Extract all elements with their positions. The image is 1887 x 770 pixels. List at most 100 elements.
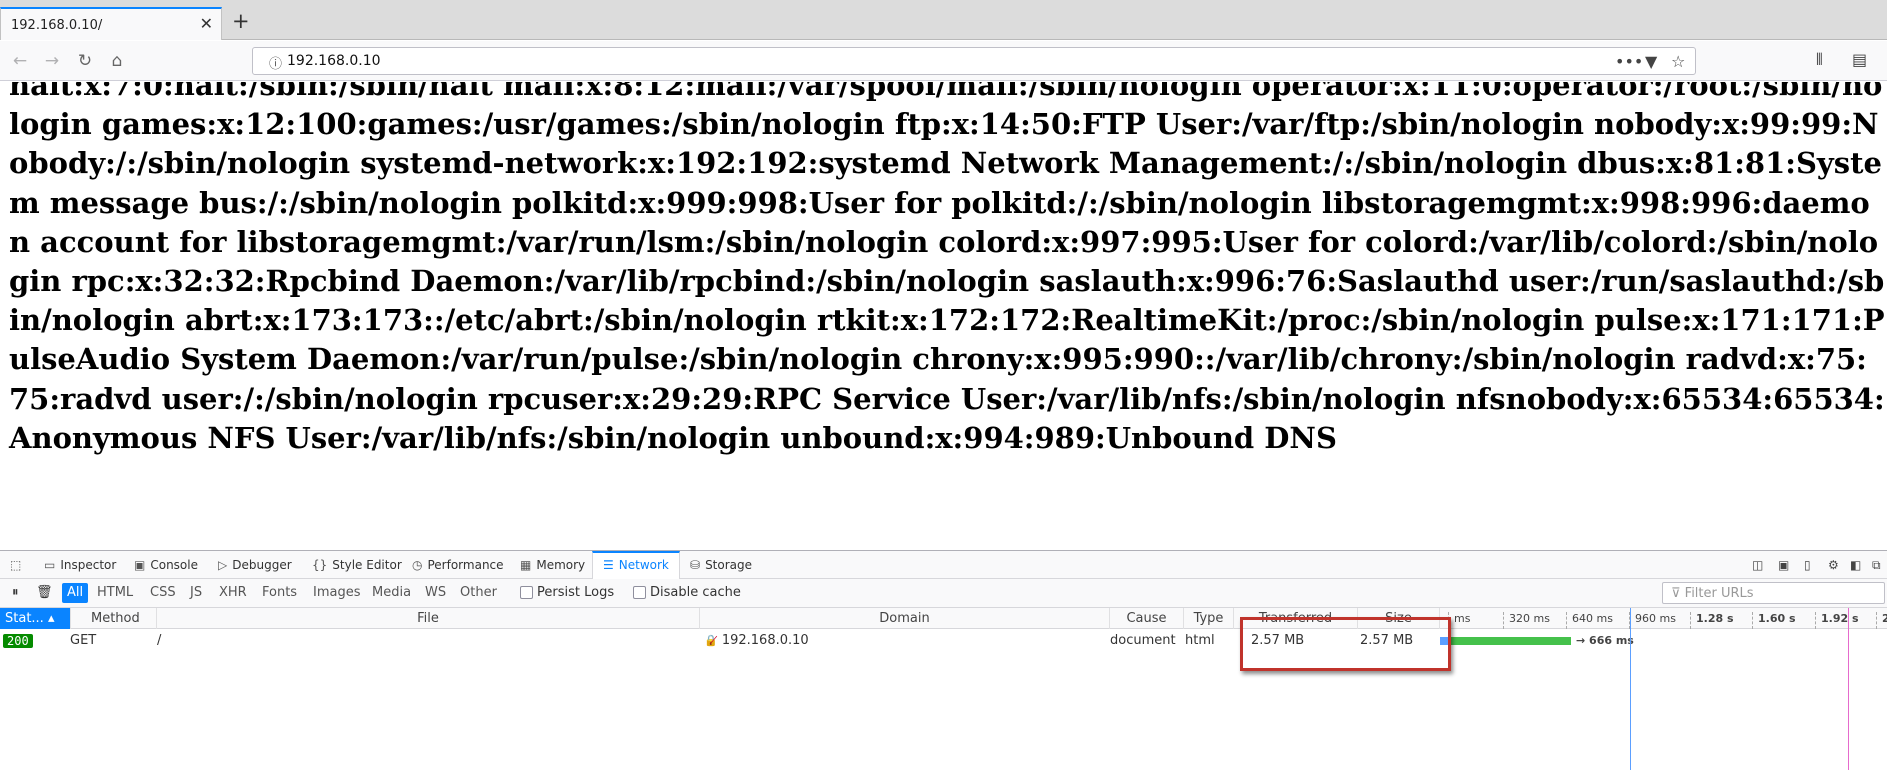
request-file: /	[157, 633, 162, 648]
style-editor-icon: {}	[312, 558, 328, 572]
library-icon[interactable]: ⫴	[1816, 50, 1823, 70]
tab-style-editor-label: Style Editor	[332, 558, 402, 572]
back-icon[interactable]: ←	[6, 47, 34, 75]
tab-debugger-label: Debugger	[232, 558, 292, 572]
timeline-tick: 960 ms	[1629, 612, 1676, 629]
filter-xhr[interactable]: XHR	[214, 583, 252, 603]
column-domain[interactable]: Domain	[700, 608, 1110, 629]
filter-js[interactable]: JS	[185, 583, 207, 603]
waterfall-duration: → 666 ms	[1576, 634, 1634, 647]
clear-trash-icon[interactable]: 🗑	[36, 585, 53, 600]
tab-memory[interactable]: ▦ Memory	[520, 551, 585, 579]
timeline-tick: 320 ms	[1503, 612, 1550, 629]
filter-css[interactable]: CSS	[145, 583, 181, 603]
persist-logs-label: Persist Logs	[537, 585, 615, 600]
filter-other[interactable]: Other	[455, 583, 502, 603]
request-domain-text: 192.168.0.10	[721, 633, 809, 648]
page-content: halt:x:7:0:halt:/sbin:/sbin/halt mail:x:…	[0, 82, 1887, 548]
devtools-panel: ⬚ ▭ Inspector ▣ Console ▷ Debugger {} Style …	[0, 550, 1887, 770]
reload-icon[interactable]: ↻	[71, 47, 99, 75]
dom-content-loaded-line	[1630, 608, 1631, 770]
column-status-label: Stat...	[5, 611, 44, 626]
split-console-icon[interactable]: ▣	[1778, 558, 1789, 572]
tab-network[interactable]: ☰ Network	[592, 551, 680, 579]
devtools-toolbar: ⬚ ▭ Inspector ▣ Console ▷ Debugger {} Style …	[0, 551, 1887, 579]
inspector-icon: ▭	[44, 558, 56, 572]
tab-storage-label: Storage	[705, 558, 753, 572]
request-domain: 🔒̸ 192.168.0.10	[704, 633, 809, 648]
disable-cache-label: Disable cache	[650, 585, 741, 600]
sidebar-icon[interactable]: ▤	[1852, 50, 1867, 69]
tab-console[interactable]: ▣ Console	[134, 551, 198, 579]
filter-ws[interactable]: WS	[420, 583, 451, 603]
status-badge: 200	[3, 634, 33, 648]
settings-gear-icon[interactable]: ⚙	[1828, 558, 1839, 572]
forward-icon[interactable]: →	[38, 47, 66, 75]
memory-icon: ▦	[520, 558, 532, 572]
timeline-tick: 2	[1876, 612, 1887, 629]
table-row[interactable]: 200 GET / 🔒̸ 192.168.0.10 document html …	[0, 629, 1887, 651]
tab-storage[interactable]: ⛁ Storage	[690, 551, 752, 579]
column-file[interactable]: File	[157, 608, 700, 629]
request-type: html	[1185, 633, 1215, 648]
timeline-tick: 640 ms	[1566, 612, 1613, 629]
browser-tab[interactable]: 192.168.0.10/ ✕	[0, 7, 222, 40]
tab-debugger[interactable]: ▷ Debugger	[218, 551, 292, 579]
dock-side-icon[interactable]: ◫	[1752, 558, 1763, 572]
sort-ascending-icon: ▴	[47, 611, 55, 626]
load-event-line	[1848, 608, 1849, 770]
page-actions-icon[interactable]: •••	[1615, 52, 1643, 71]
bookmark-star-icon[interactable]: ☆	[1671, 52, 1685, 71]
undock-icon[interactable]: ⧉	[1872, 558, 1881, 573]
column-status[interactable]: Stat... ▴	[0, 608, 71, 629]
tab-performance[interactable]: ◷ Performance	[412, 551, 504, 579]
tab-inspector[interactable]: ▭ Inspector	[44, 551, 116, 579]
url-bar[interactable]: ⓘ 192.168.0.10 ••• ▼ ☆	[252, 47, 1696, 75]
filter-media[interactable]: Media	[367, 583, 416, 603]
insecure-connection-icon: 🔒̸	[704, 634, 718, 647]
disable-cache-checkbox[interactable]: Disable cache	[633, 585, 741, 600]
tab-performance-label: Performance	[427, 558, 504, 572]
passwd-file-text: halt:x:7:0:halt:/sbin:/sbin/halt mail:x:…	[9, 82, 1885, 455]
tab-title: 192.168.0.10/	[11, 18, 103, 33]
responsive-design-icon[interactable]: ▯	[1804, 558, 1811, 572]
request-cause: document	[1110, 633, 1176, 648]
persist-logs-checkbox[interactable]: Persist Logs	[520, 585, 614, 600]
filter-all[interactable]: All	[62, 583, 89, 603]
close-icon[interactable]: ✕	[200, 14, 213, 33]
tab-console-label: Console	[150, 558, 198, 572]
performance-icon: ◷	[412, 558, 423, 572]
debugger-icon: ▷	[218, 558, 228, 572]
waterfall-receive-bar	[1448, 637, 1571, 645]
timeline-tick: 1.60 s	[1752, 612, 1796, 629]
tab-style-editor[interactable]: {} Style Editor	[312, 551, 402, 579]
pause-icon[interactable]: ⏸	[12, 585, 19, 600]
column-cause[interactable]: Cause	[1110, 608, 1184, 629]
element-picker-icon[interactable]: ⬚	[10, 551, 26, 579]
request-table-header: Stat... ▴ Method File Domain Cause Type …	[0, 608, 1887, 629]
filter-icon: ⊽	[1671, 586, 1685, 601]
pocket-icon[interactable]: ▼	[1645, 52, 1657, 71]
timeline-tick: 1.28 s	[1690, 612, 1734, 629]
dock-right-icon[interactable]: ◧	[1850, 558, 1861, 572]
navigation-bar: ← → ↻ ⌂ ⓘ 192.168.0.10 ••• ▼ ☆ ⫴ ▤	[0, 41, 1887, 81]
filter-urls-input[interactable]: ⊽ Filter URLs	[1662, 582, 1885, 604]
column-method[interactable]: Method	[71, 608, 157, 629]
filter-urls-placeholder: Filter URLs	[1684, 586, 1754, 601]
request-method: GET	[70, 633, 97, 648]
url-text[interactable]: 192.168.0.10	[287, 53, 381, 69]
filter-fonts[interactable]: Fonts	[257, 583, 302, 603]
new-tab-icon[interactable]: +	[232, 9, 250, 33]
tab-inspector-label: Inspector	[60, 558, 117, 572]
filter-images[interactable]: Images	[308, 583, 366, 603]
tab-network-label: Network	[618, 558, 669, 572]
timeline-tick: ms	[1448, 612, 1470, 629]
storage-icon: ⛁	[690, 558, 701, 572]
site-info-icon[interactable]: ⓘ	[269, 53, 282, 72]
filter-html[interactable]: HTML	[92, 583, 138, 603]
timeline-tick: 1.92 s	[1815, 612, 1859, 629]
column-type[interactable]: Type	[1184, 608, 1234, 629]
tab-memory-label: Memory	[536, 558, 586, 572]
tab-strip: 192.168.0.10/ ✕ +	[0, 0, 1887, 40]
home-icon[interactable]: ⌂	[103, 47, 131, 75]
